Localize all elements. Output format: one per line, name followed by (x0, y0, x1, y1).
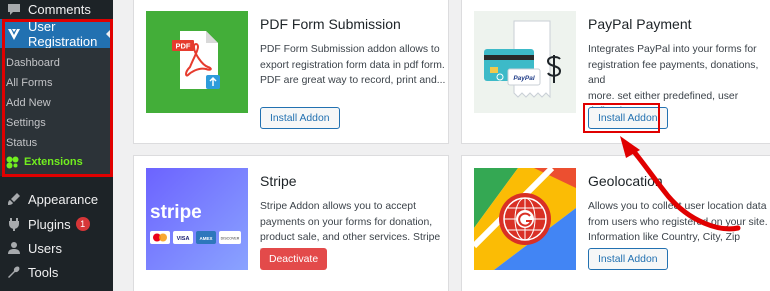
desc-line: from users who registered on your site. (588, 216, 768, 228)
addon-card-paypal: PayPal PayPal Payment Integrates PayPal … (461, 0, 770, 144)
submenu-all-forms[interactable]: All Forms (6, 73, 52, 93)
addon-card-geolocation: Geolocation Allows you to collect user l… (461, 155, 770, 291)
desc-line: Integrates PayPal into your forms for (588, 44, 757, 55)
submenu-status[interactable]: Status (6, 133, 37, 153)
person-icon (6, 240, 22, 256)
desc-line: PDF are great way to record, print and..… (260, 75, 446, 86)
discover-card-label: DISCOVER (221, 237, 240, 241)
addon-title: Stripe (260, 173, 297, 189)
addon-title: PayPal Payment (588, 16, 692, 32)
update-count-badge: 1 (75, 217, 90, 231)
paypal-addon-thumbnail: PayPal (474, 11, 576, 113)
menu-item-label: User Registration (28, 18, 98, 49)
desc-line: registration fee payments, donations, an… (588, 59, 759, 87)
plug-icon (6, 216, 22, 232)
puzzle-icon (6, 156, 19, 169)
desc-line: export registration form data in pdf for… (260, 59, 445, 71)
menu-item-plugins[interactable]: Plugins 1 (0, 212, 113, 236)
install-addon-button-pdf[interactable]: Install Addon (260, 107, 340, 129)
menu-item-users[interactable]: Users (0, 236, 113, 260)
pdf-thumb-label: PDF (176, 42, 191, 51)
admin-sidebar: Comments User Registration Dashboard All… (0, 0, 113, 291)
pdf-addon-thumbnail: PDF (146, 11, 248, 113)
menu-item-label: Comments (28, 1, 91, 17)
submenu-add-new[interactable]: Add New (6, 93, 51, 113)
menu-item-label: Plugins (28, 216, 71, 232)
desc-line: PDF Form Submission addon allows to (260, 44, 440, 55)
geolocation-addon-thumbnail (474, 168, 576, 270)
user-registration-menu: User Registration Dashboard All Forms Ad… (0, 19, 113, 176)
desc-line: Stripe Addon allows you to accept (260, 201, 416, 212)
submenu-extensions[interactable]: Extensions (6, 152, 83, 172)
wrench-icon (6, 264, 22, 280)
addon-card-pdf: PDF PDF Form Submission PDF Form Submiss… (133, 0, 449, 144)
menu-item-user-registration[interactable]: User Registration (0, 18, 113, 49)
visa-card-label: VISA (177, 236, 190, 242)
addon-card-stripe: stripe VISA AMEX DISCOVER Stripe Stripe … (133, 155, 449, 291)
amex-card-label: AMEX (199, 236, 212, 241)
menu-item-appearance[interactable]: Appearance (0, 187, 113, 211)
menu-item-label: Tools (28, 264, 59, 280)
user-registration-submenu: Dashboard All Forms Add New Settings Sta… (0, 48, 113, 176)
submenu-label: Extensions (24, 156, 83, 168)
menu-item-label: Appearance (28, 191, 99, 207)
ur-logo-icon (6, 26, 22, 42)
install-addon-button-geolocation[interactable]: Install Addon (588, 248, 668, 270)
menu-item-tools[interactable]: Tools (0, 260, 113, 284)
speech-bubble-icon (6, 1, 22, 17)
desc-line: Allows you to collect user location data (588, 201, 767, 212)
install-addon-button-paypal[interactable]: Install Addon (588, 107, 668, 129)
submenu-dashboard[interactable]: Dashboard (6, 53, 60, 73)
paintbrush-icon (6, 191, 22, 207)
addon-title: PDF Form Submission (260, 16, 401, 32)
paypal-thumb-label: PayPal (513, 75, 535, 82)
stripe-logo-text: stripe (150, 202, 202, 223)
deactivate-button-stripe[interactable]: Deactivate (260, 248, 328, 270)
current-menu-arrow (106, 27, 113, 41)
addon-title: Geolocation (588, 173, 663, 189)
stripe-addon-thumbnail: stripe VISA AMEX DISCOVER (146, 168, 248, 270)
submenu-settings[interactable]: Settings (6, 113, 46, 133)
menu-item-label: Users (28, 240, 62, 256)
desc-line: payments on your forms for donation, (260, 216, 433, 228)
addon-description: PDF Form Submission addon allows to expo… (260, 42, 446, 89)
